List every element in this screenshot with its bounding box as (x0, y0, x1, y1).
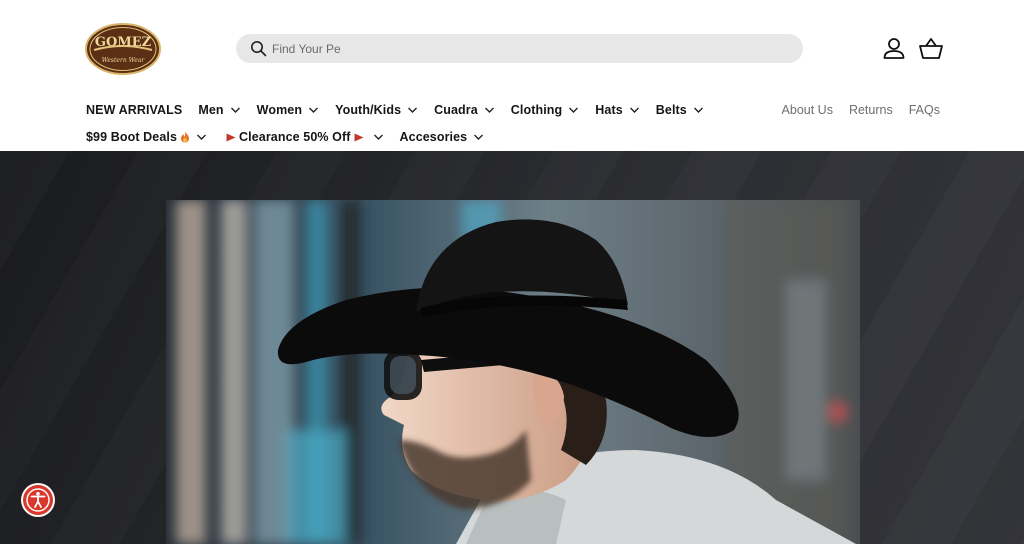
fire-icon (181, 131, 190, 143)
chevron-down-icon (309, 107, 319, 113)
site-header: GOMEZ Western Wear NEW ARRIVALS Men (0, 0, 1024, 151)
nav-item-boot-deals[interactable]: $99 Boot Deals (86, 130, 207, 144)
nav-item-new-arrivals[interactable]: NEW ARRIVALS (86, 103, 182, 117)
logo-subtext: Western Wear (102, 57, 146, 64)
nav-item-women[interactable]: Women (257, 103, 319, 117)
nav-link-returns[interactable]: Returns (849, 103, 893, 117)
nav-item-label: Youth/Kids (335, 103, 402, 117)
nav-item-label: Belts (655, 103, 687, 117)
nav-item-cuadra[interactable]: Cuadra (434, 103, 495, 117)
chevron-down-icon (474, 134, 484, 140)
chevron-down-icon (197, 134, 207, 140)
nav-item-clearance[interactable]: Clearance 50% Off (223, 130, 383, 144)
nav-link-about-us[interactable]: About Us (782, 103, 833, 117)
nav-item-men[interactable]: Men (198, 103, 240, 117)
gomez-logo[interactable]: GOMEZ Western Wear (84, 22, 162, 76)
chevron-down-icon (408, 107, 418, 113)
utility-nav: About Us Returns FAQs (766, 101, 940, 119)
nav-item-youth-kids[interactable]: Youth/Kids (335, 103, 418, 117)
nav-item-label: Cuadra (434, 103, 478, 117)
chevron-down-icon (373, 134, 383, 140)
nav-item-belts[interactable]: Belts (656, 103, 704, 117)
nav-item-clothing[interactable]: Clothing (511, 103, 579, 117)
chevron-down-icon (484, 107, 494, 113)
chevron-down-icon (693, 107, 703, 113)
search-icon[interactable] (250, 40, 267, 57)
nav-item-label: NEW ARRIVALS (86, 103, 183, 117)
nav-item-label: Men (198, 103, 224, 117)
basket-icon[interactable] (918, 36, 944, 62)
nav-item-label: Clearance 50% Off (239, 130, 351, 144)
chevron-down-icon (569, 107, 579, 113)
primary-nav: NEW ARRIVALS Men Women Youth/Kids Cuadra… (86, 101, 720, 119)
hero-banner (0, 151, 1024, 544)
nav-item-label: Accesories (399, 130, 468, 144)
nav-link-faqs[interactable]: FAQs (909, 103, 940, 117)
nav-item-label: Clothing (510, 103, 563, 117)
chevron-down-icon (629, 107, 639, 113)
promo-nav: $99 Boot Deals Clearance 50% Off Accesor… (86, 128, 500, 146)
flag-icon (354, 133, 364, 141)
flag-icon (226, 133, 236, 141)
nav-item-label: Hats (595, 103, 623, 117)
nav-item-label: Women (256, 103, 303, 117)
hero-photo[interactable] (166, 200, 860, 544)
nav-item-accesories[interactable]: Accesories (400, 130, 485, 144)
search-input[interactable] (272, 34, 782, 63)
logo-text: GOMEZ (95, 35, 152, 50)
nav-item-label: $99 Boot Deals (86, 130, 178, 144)
account-icon[interactable] (881, 36, 907, 62)
chevron-down-icon (230, 107, 240, 113)
accessibility-icon[interactable] (20, 482, 56, 518)
search-bar[interactable] (236, 34, 803, 63)
nav-item-hats[interactable]: Hats (595, 103, 640, 117)
